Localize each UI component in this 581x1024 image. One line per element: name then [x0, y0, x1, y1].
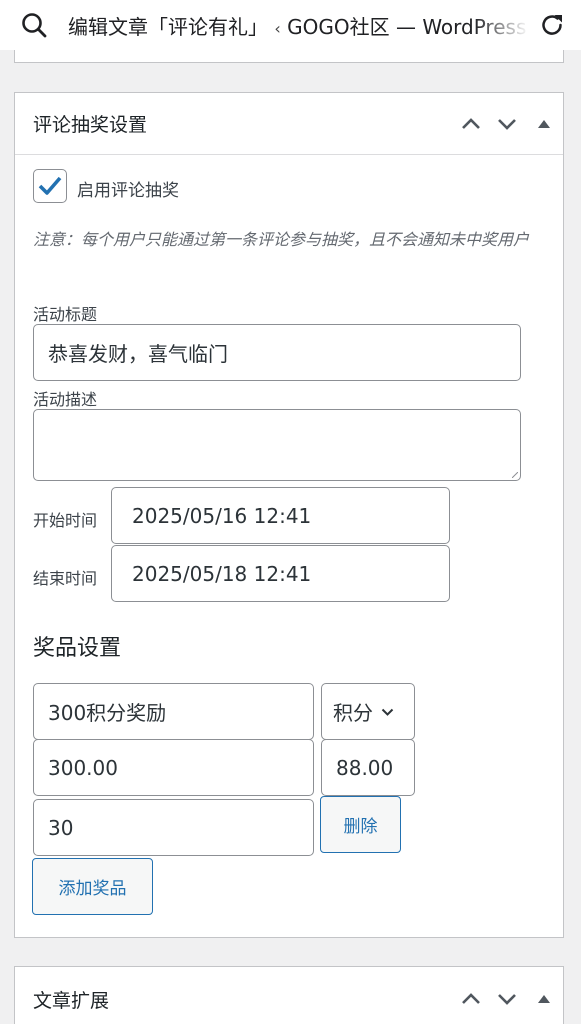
prize-amount-input[interactable]: 300.00 [33, 739, 314, 796]
enable-lottery-label[interactable]: 启用评论抽奖 [77, 176, 179, 201]
reload-icon[interactable] [539, 12, 565, 38]
delete-prize-button[interactable]: 删除 [320, 796, 401, 853]
activity-title-input[interactable]: 恭喜发财，喜气临门 [33, 324, 521, 381]
resize-handle-icon[interactable] [512, 472, 518, 478]
toggle-arrow-icon [538, 995, 550, 1003]
page-title-site: GOGO社区 — WordPress [287, 14, 527, 39]
prize-amount-value: 300.00 [48, 755, 118, 780]
chevron-down-icon [498, 118, 516, 130]
prize-settings-title: 奖品设置 [33, 636, 122, 661]
browser-top-bar: 编辑文章「评论有礼」 ‹ GOGO社区 — WordPress [0, 0, 581, 50]
prize-probability-input[interactable]: 88.00 [321, 739, 415, 796]
prize-type-value: 积分 [333, 701, 373, 725]
search-icon[interactable] [20, 11, 48, 39]
prize-probability-value: 88.00 [336, 755, 394, 780]
chevron-up-icon [462, 993, 480, 1004]
prize-quantity-input[interactable]: 30 [33, 799, 314, 856]
end-time-label: 结束时间 [33, 569, 98, 588]
enable-lottery-checkbox[interactable] [33, 169, 67, 203]
lottery-note: 注意：每个用户只能通过第一条评论参与抽奖，且不会通知未中奖用户 [33, 230, 530, 249]
add-prize-button[interactable]: 添加奖品 [32, 858, 153, 915]
activity-title-value: 恭喜发财，喜气临门 [48, 342, 228, 366]
page-title-main: 编辑文章「评论有礼」 [68, 14, 268, 39]
end-time-value: 2025/05/18 12:41 [132, 561, 312, 586]
metabox-header: 评论抽奖设置 [15, 93, 563, 155]
toggle-panel-button[interactable] [525, 93, 563, 155]
start-time-label: 开始时间 [33, 511, 98, 530]
move-up-button[interactable] [453, 93, 489, 155]
browser-page-title[interactable]: 编辑文章「评论有礼」 ‹ GOGO社区 — WordPress [68, 11, 529, 40]
chevron-down-icon [498, 994, 516, 1005]
toggle-panel-button[interactable] [525, 968, 563, 1024]
activity-desc-textarea[interactable] [33, 409, 521, 481]
prize-name-input[interactable]: 300积分奖励 [33, 683, 314, 740]
prize-name-value: 300积分奖励 [48, 701, 167, 725]
lottery-settings-metabox: 评论抽奖设置 启用评论抽奖 注意：每个用户只能通过第一条评论参与抽奖，且不会通知… [14, 92, 564, 938]
move-down-button[interactable] [489, 968, 525, 1024]
prize-quantity-value: 30 [48, 815, 74, 840]
toggle-arrow-icon [538, 119, 550, 128]
page-title-separator: ‹ [274, 18, 281, 38]
start-time-value: 2025/05/16 12:41 [132, 503, 312, 528]
move-down-button[interactable] [489, 93, 525, 155]
activity-title-label: 活动标题 [33, 305, 98, 324]
chevron-up-icon [462, 117, 480, 129]
article-extension-metabox: 文章扩展 [14, 966, 564, 1024]
move-up-button[interactable] [453, 968, 489, 1024]
prize-type-select[interactable]: 积分 [321, 683, 415, 740]
activity-desc-label: 活动描述 [33, 390, 98, 409]
select-chevron-icon [381, 708, 394, 716]
checkmark-icon [38, 176, 62, 195]
metabox-header: 文章扩展 [15, 967, 563, 1024]
previous-metabox-bottom [14, 50, 564, 63]
metabox-title: 文章扩展 [33, 989, 110, 1012]
start-time-input[interactable]: 2025/05/16 12:41 [111, 487, 450, 544]
metabox-title: 评论抽奖设置 [33, 114, 148, 136]
end-time-input[interactable]: 2025/05/18 12:41 [111, 545, 450, 602]
